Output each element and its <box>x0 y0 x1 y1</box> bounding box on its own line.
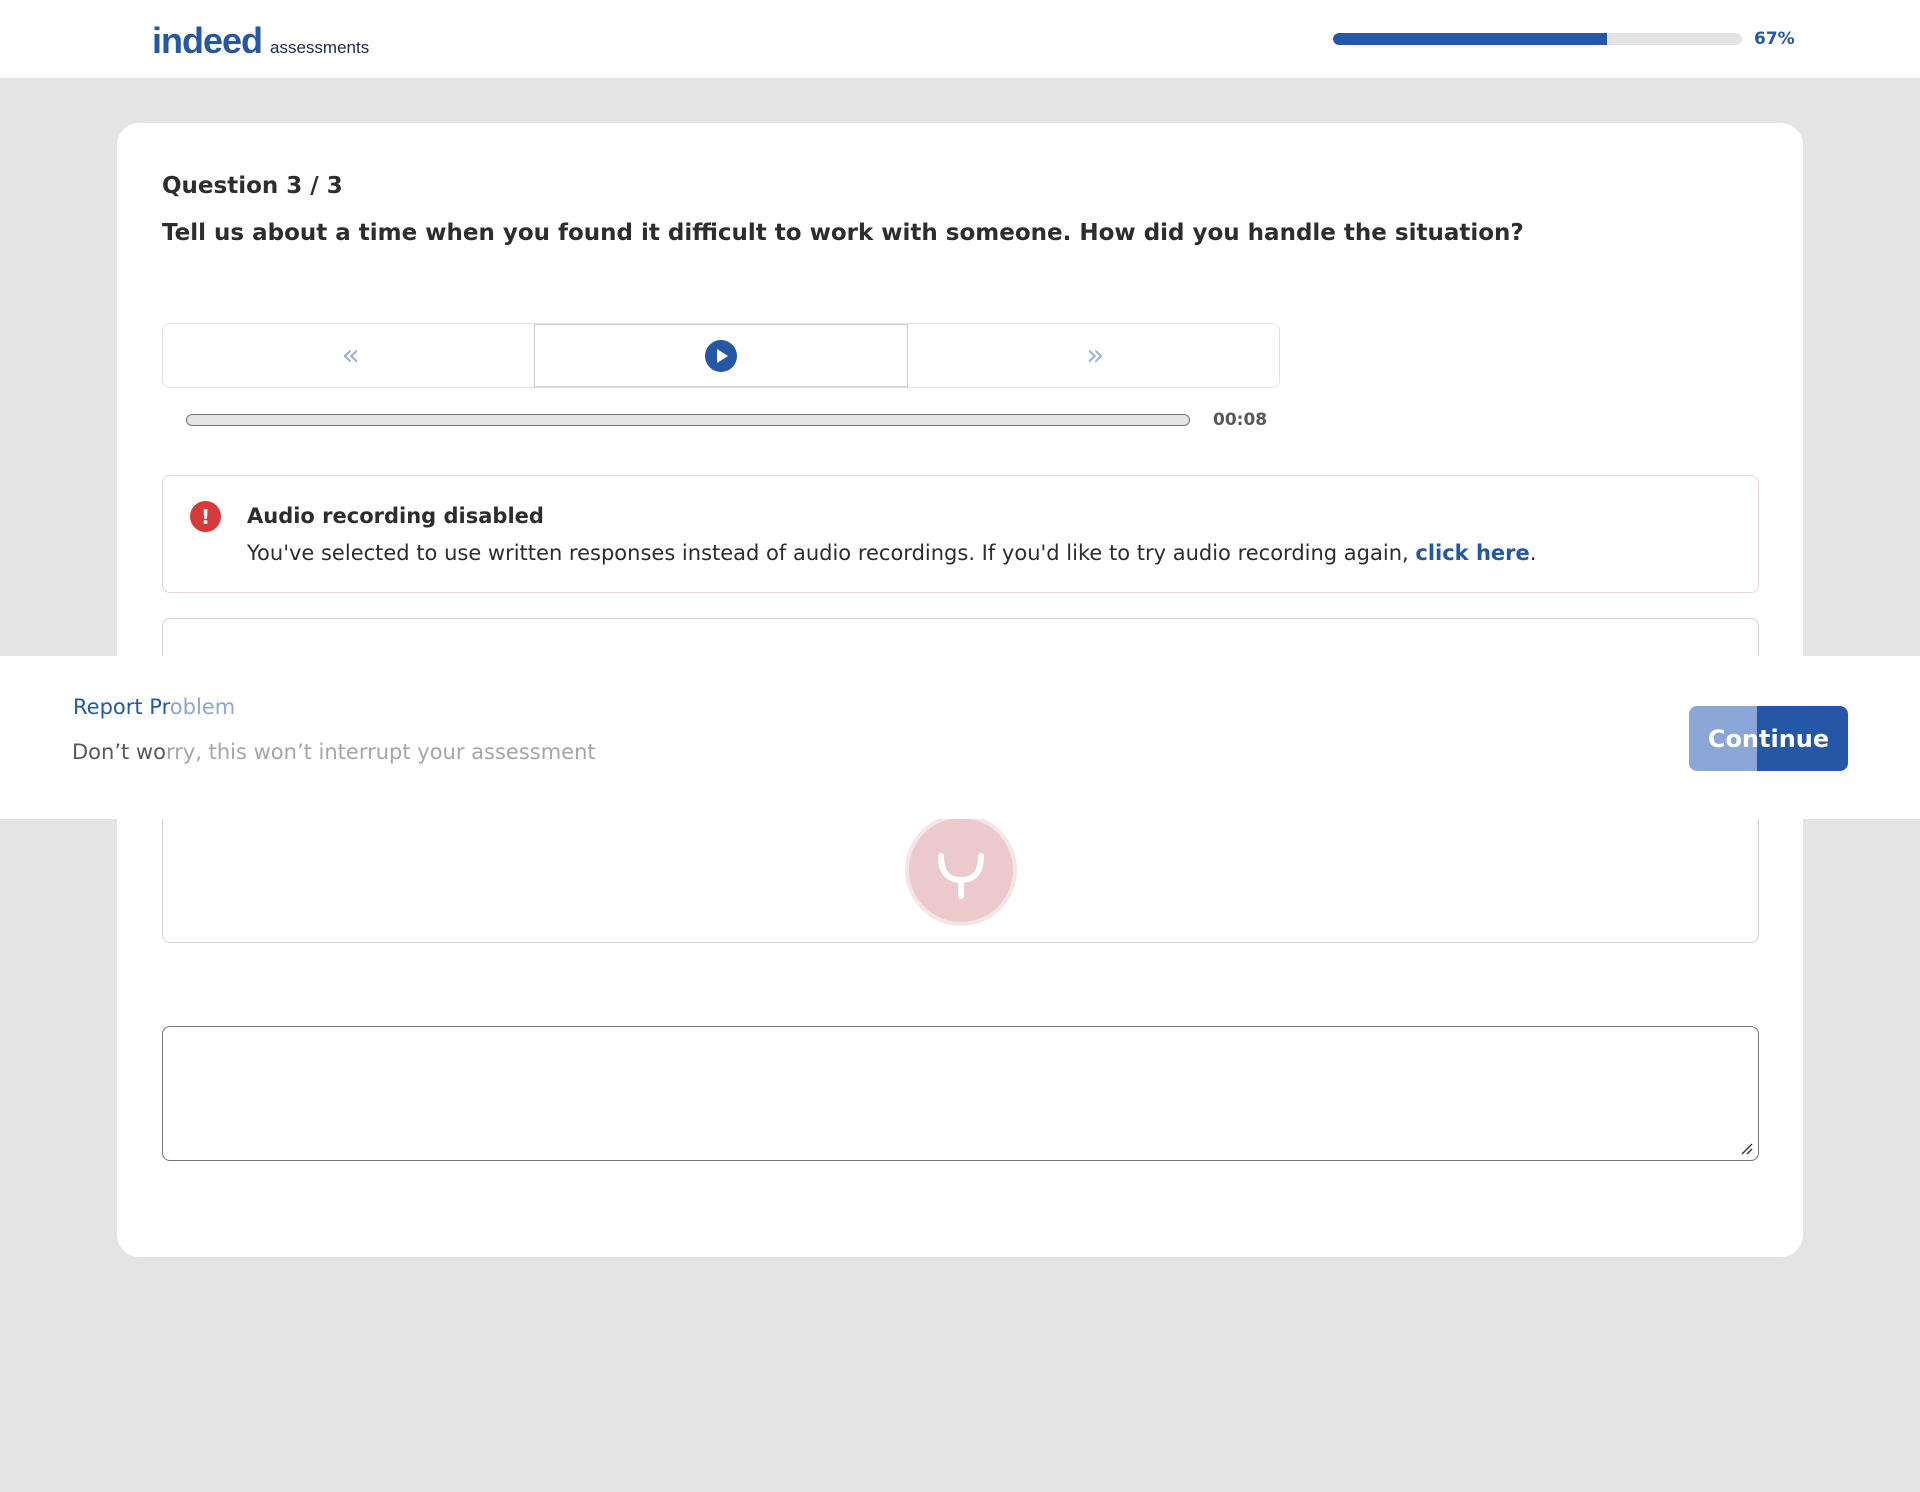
indeed-assessments-logo: indeed assessments <box>152 20 369 62</box>
report-problem-note: Don’t worry, this won’t interrupt your a… <box>72 740 596 764</box>
play-button[interactable] <box>534 324 908 387</box>
question-number: Question 3 / 3 <box>162 173 343 199</box>
forward-button[interactable]: » <box>907 324 1279 387</box>
logo-subtitle: assessments <box>270 38 370 57</box>
rewind-button[interactable]: « <box>163 324 535 387</box>
rewind-icon: « <box>341 338 359 373</box>
alert-body: You've selected to use written responses… <box>247 541 1536 565</box>
note-text: Don’t wo <box>72 740 166 764</box>
enable-audio-link[interactable]: click here <box>1415 541 1529 565</box>
footer-bar: Report Problem Don’t worry, this won’t i… <box>0 656 1920 819</box>
report-problem-link[interactable]: Report Problem <box>73 695 235 719</box>
play-icon <box>704 339 737 372</box>
continue-button[interactable]: Continue <box>1689 706 1848 771</box>
question-text: Tell us about a time when you found it d… <box>162 220 1524 246</box>
note-text-faded: rry, this won’t interrupt your assessmen… <box>165 740 596 764</box>
progress-percent: 67% <box>1754 29 1795 49</box>
alert-message: You've selected to use written responses… <box>247 541 1409 565</box>
error-icon: ! <box>190 501 221 532</box>
resize-grip-icon[interactable] <box>1739 1141 1753 1155</box>
report-link-text: Report Pr <box>73 695 170 719</box>
audio-seek-bar[interactable] <box>186 414 1190 426</box>
microphone-icon <box>938 853 984 899</box>
logo-wordmark: indeed <box>152 20 263 61</box>
audio-player-controls: « » <box>162 323 1280 388</box>
assessment-progress-bar <box>1333 33 1742 45</box>
written-response-textarea[interactable] <box>162 1026 1759 1161</box>
microphone-button <box>905 814 1017 926</box>
alert-title: Audio recording disabled <box>247 504 544 528</box>
forward-icon: » <box>1086 338 1104 373</box>
report-link-text-faded: oblem <box>169 695 236 719</box>
audio-disabled-alert: ! Audio recording disabled You've select… <box>162 475 1759 593</box>
alert-period: . <box>1529 541 1537 565</box>
progress-fill <box>1333 33 1608 45</box>
top-header: indeed assessments 67% <box>0 0 1920 78</box>
audio-duration: 00:08 <box>1213 410 1268 430</box>
